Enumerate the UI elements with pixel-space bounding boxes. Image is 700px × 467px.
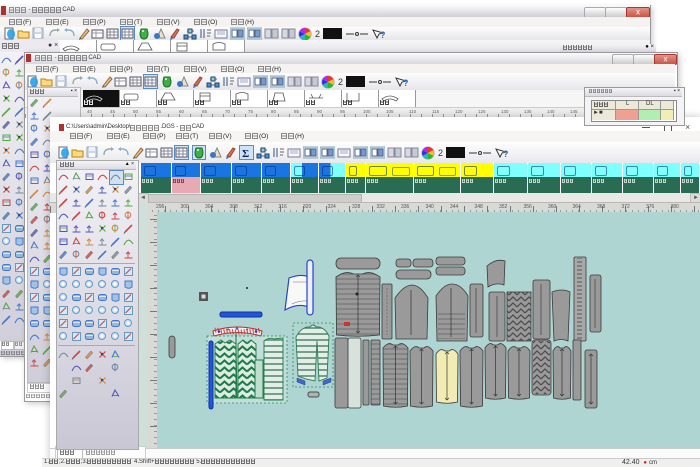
- svg-text:145: 145: [570, 109, 578, 114]
- svg-text:344: 344: [450, 204, 459, 210]
- svg-text:340: 340: [426, 204, 435, 210]
- svg-text:376: 376: [646, 204, 655, 210]
- svg-text:?: ?: [380, 30, 386, 40]
- svg-text:372: 372: [622, 204, 631, 210]
- svg-text:125: 125: [478, 109, 486, 114]
- svg-text:2: 2: [315, 29, 320, 39]
- svg-text:356: 356: [524, 204, 533, 210]
- svg-text:90: 90: [317, 109, 323, 114]
- svg-text:120: 120: [455, 109, 463, 114]
- svg-text:336: 336: [401, 204, 410, 210]
- svg-text:320: 320: [303, 204, 312, 210]
- svg-text:296: 296: [156, 204, 165, 210]
- svg-text:140: 140: [547, 109, 555, 114]
- svg-text:312: 312: [254, 204, 263, 210]
- svg-text:380: 380: [671, 204, 680, 210]
- svg-text:75: 75: [248, 109, 254, 114]
- svg-text:2: 2: [338, 77, 343, 87]
- svg-text:135: 135: [524, 109, 532, 114]
- svg-text:115: 115: [432, 109, 440, 114]
- svg-text:60: 60: [179, 109, 185, 114]
- svg-text:130: 130: [501, 109, 509, 114]
- svg-text:304: 304: [205, 204, 214, 210]
- svg-text:50: 50: [133, 109, 139, 114]
- svg-text:352: 352: [499, 204, 508, 210]
- svg-text:324: 324: [328, 204, 337, 210]
- svg-text:85: 85: [294, 109, 300, 114]
- svg-text:308: 308: [230, 204, 239, 210]
- svg-text:110: 110: [409, 109, 417, 114]
- svg-text:364: 364: [573, 204, 582, 210]
- svg-text:368: 368: [597, 204, 606, 210]
- svg-text:360: 360: [548, 204, 557, 210]
- svg-text:316: 316: [279, 204, 288, 210]
- svg-text:2: 2: [438, 148, 443, 158]
- svg-text:348: 348: [475, 204, 484, 210]
- svg-text:?: ?: [503, 149, 509, 159]
- svg-text:70: 70: [225, 109, 231, 114]
- svg-text:100: 100: [363, 109, 371, 114]
- svg-text:?: ?: [403, 78, 409, 88]
- svg-text:Σ: Σ: [242, 148, 249, 159]
- svg-text:300: 300: [181, 204, 190, 210]
- svg-text:45: 45: [110, 109, 116, 114]
- svg-text:328: 328: [352, 204, 361, 210]
- svg-text:332: 332: [377, 204, 386, 210]
